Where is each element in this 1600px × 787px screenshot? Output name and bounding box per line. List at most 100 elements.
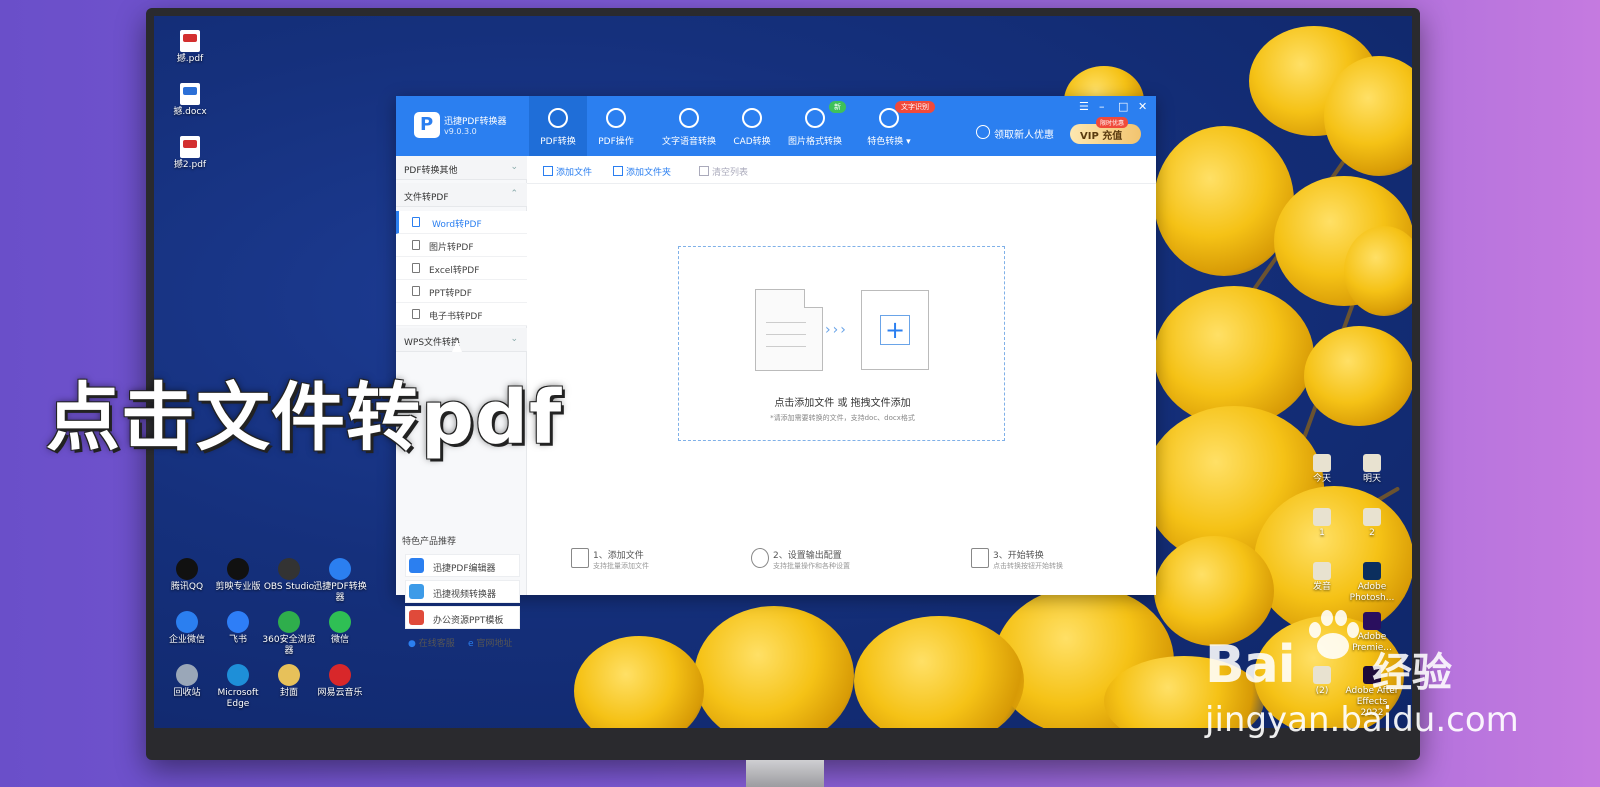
sidebar-item[interactable]: 电子书转PDF [396,303,527,326]
maximize-icon[interactable]: □ [1118,100,1128,113]
featured-product[interactable]: 迅捷视频转换器 [405,580,520,603]
tab-pdf-convert[interactable]: PDF转换 [529,96,587,156]
desktop-shortcut[interactable]: 迅捷PDF转换器 [312,558,368,604]
sidebar-item-label: 图片转PDF [429,243,474,253]
folder-icon [613,166,623,176]
sidebar-group-pdf-other[interactable]: PDF转换其他 ⌄ [396,156,527,180]
step-title: 3、开始转换 [993,551,1044,561]
online-service-link[interactable]: ● 在线客服 [408,636,455,649]
chevron-up-icon: ⌃ [510,189,518,199]
monitor-stand [746,760,824,787]
file-type-icon [412,217,420,227]
arrows-icon: ››› [825,322,848,338]
globe-icon: e [468,639,474,649]
step-subtitle: 点击转换按钮开始转换 [993,562,1063,570]
badge-ocr: 文字识别 [895,101,935,113]
desktop-shortcut[interactable]: 今天 [1294,454,1350,485]
new-user-promo-link[interactable]: 领取新人优惠 [994,126,1054,141]
flower-cluster [1304,326,1412,426]
desktop-shortcut[interactable]: 2 [1344,508,1400,539]
tab-pdf-operate[interactable]: PDF操作 [587,96,645,156]
tab-label: 图片格式转换 [787,137,842,147]
step-title: 2、设置输出配置 [773,551,842,561]
flower-cluster [1154,286,1314,426]
drop-zone-subhint: *请添加需要转换的文件，支持doc、docx格式 [770,414,915,422]
file-type-icon [412,309,420,319]
add-folder-button[interactable]: 添加文件夹 [613,165,671,178]
app-icon [1363,508,1381,526]
desktop-file-icon[interactable]: 撼.pdf [162,30,218,65]
tab-voice[interactable]: 文字语音转换 [645,96,733,156]
desktop-shortcut[interactable]: 腾讯QQ [159,558,215,593]
desktop-file-label: 撼.pdf [176,54,204,64]
trash-icon [699,166,709,176]
edge-icon [227,664,249,686]
desktop-file-icon[interactable]: 撼2.pdf [162,136,218,171]
flower-cluster [854,616,1024,728]
desktop-shortcut[interactable]: 微信 [312,611,368,646]
desktop-shortcut[interactable]: 发音 [1294,562,1350,593]
file-type-icon [412,263,420,273]
sidebar-group-file-to-pdf[interactable]: 文件转PDF ⌃ [396,183,527,207]
step-subtitle: 支持批量添加文件 [593,562,649,570]
official-site-link[interactable]: e 官网地址 [468,636,512,649]
desktop-shortcut[interactable]: (2) [1294,666,1350,697]
doc-line [766,346,806,347]
desktop-shortcut[interactable]: 360安全浏览器 [261,611,317,657]
desktop-shortcut[interactable]: 明天 [1344,454,1400,485]
baidu-jingyan-watermark: 经验 [1372,651,1452,695]
sidebar-item[interactable]: 图片转PDF [396,234,527,257]
app-icon [1313,508,1331,526]
add-file-label: 添加文件 [556,168,593,178]
step-subtitle: 支持批量操作和各种设置 [773,562,850,570]
pdf-convert-icon [548,108,568,128]
file-drop-zone[interactable]: ››› + 点击添加文件 或 拖拽文件添加 *请添加需要转换的文件，支持doc、… [678,246,1005,441]
featured-title: 特色产品推荐 [402,537,457,547]
clear-list-button[interactable]: 清空列表 [699,165,748,178]
wecom-icon [176,611,198,633]
chevron-down-icon: ▾ [903,137,911,147]
desktop-shortcut-label: 迅捷PDF转换器 [313,582,367,603]
add-folder-label: 添加文件夹 [626,168,672,178]
baidu-watermark: Bai [1205,635,1296,695]
desktop-shortcut[interactable]: 回收站 [159,664,215,699]
featured-product-label: 迅捷PDF编辑器 [433,564,496,574]
add-file-button[interactable]: 添加文件 [543,165,592,178]
sidebar-item[interactable]: PPT转PDF [396,280,527,303]
doc-line [766,334,806,335]
desktop-file-icon[interactable]: 撼.docx [162,83,218,118]
desktop-shortcut[interactable]: 飞书 [210,611,266,646]
menu-icon[interactable]: ☰ [1079,100,1089,113]
flower-cluster [1154,126,1294,276]
desktop-shortcut[interactable]: 企业微信 [159,611,215,646]
product-icon [409,610,424,625]
desktop-shortcut-label: 飞书 [228,635,247,645]
desktop-shortcut[interactable]: Adobe Photosh... [1344,562,1400,604]
close-icon[interactable]: ✕ [1138,100,1147,113]
featured-product[interactable]: 迅捷PDF编辑器 [405,554,520,577]
desktop-shortcut[interactable]: Microsoft Edge [210,664,266,710]
desktop-shortcut[interactable]: OBS Studio [261,558,317,593]
desktop-shortcut-label: 回收站 [173,688,201,698]
desktop-shortcut[interactable]: 网易云音乐 [312,664,368,699]
desktop-shortcut-label: (2) [1315,686,1329,696]
sidebar-item[interactable]: Word转PDF [396,211,527,234]
desktop-shortcut-label: OBS Studio [263,582,315,592]
tab-cad[interactable]: CAD转换 [723,96,781,156]
app-header: 迅捷PDF转换器 v9.0.3.0 PDF转换 PDF操作 文字语音转换 CAD转换 图… [396,96,1156,156]
flower-cluster [694,606,854,728]
desktop-shortcut[interactable]: 剪映专业版 [210,558,266,593]
user-icon [976,125,990,139]
sidebar-item-label: Word转PDF [432,220,482,230]
sidebar-group-label: 文件转PDF [404,193,449,203]
desktop-shortcut-label: 网易云音乐 [317,688,363,698]
desktop-shortcut-label: 明天 [1362,474,1381,484]
pdf-converter-icon [329,558,351,580]
desktop-shortcut[interactable]: 封面 [261,664,317,699]
add-file-target[interactable]: + [861,290,929,370]
sidebar-item[interactable]: Excel转PDF [396,257,527,280]
qq-icon [176,558,198,580]
desktop-shortcut[interactable]: 1 [1294,508,1350,539]
minimize-icon[interactable]: – [1099,100,1105,113]
featured-product[interactable]: 办公资源PPT模板 [405,606,520,629]
